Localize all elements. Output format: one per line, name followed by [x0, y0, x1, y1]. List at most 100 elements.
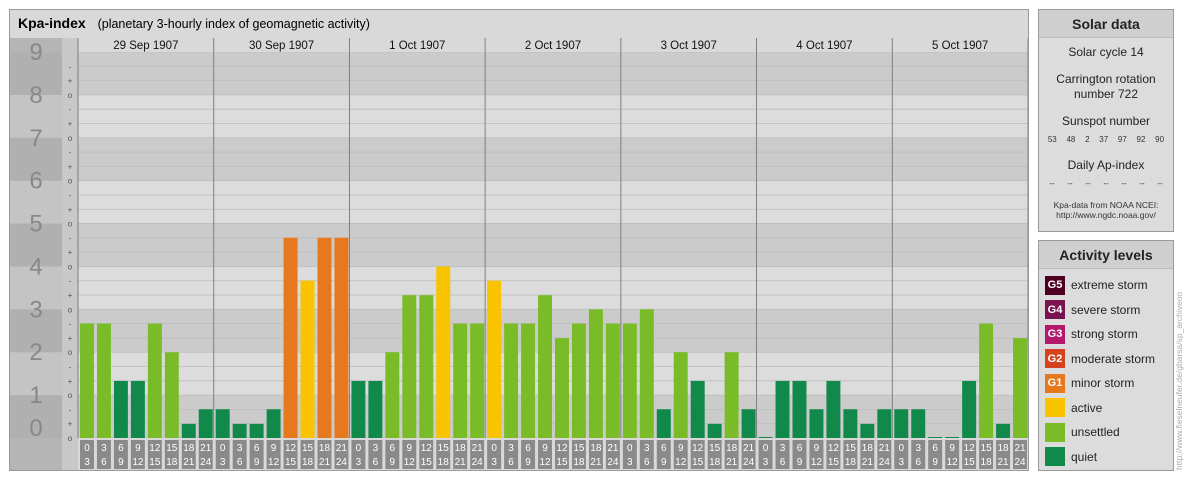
kp-bar [605, 323, 620, 438]
sunspot-value: 2 [1085, 135, 1090, 144]
interval-start-label: 3 [915, 443, 921, 454]
band [78, 309, 1028, 353]
minor-tick-label: o [68, 434, 73, 443]
legend-item: G4 severe storm [1045, 298, 1173, 323]
interval-start-label: 18 [862, 443, 874, 454]
ap-label: Daily Ap-index [1067, 158, 1145, 172]
band [78, 266, 1028, 310]
minor-tick-label: + [68, 420, 73, 429]
legend-swatch [1045, 398, 1065, 418]
sunspot-label: Sunspot number [1061, 114, 1151, 128]
interval-end-label: 6 [237, 457, 243, 468]
kpa-chart-panel: Kpa-index (planetary 3-hourly index of g… [9, 9, 1029, 471]
minor-tick-label: o [68, 391, 73, 400]
interval-start-label: 0 [84, 443, 90, 454]
interval-end-label: 6 [644, 457, 650, 468]
kp-bar [470, 323, 485, 438]
interval-end-label: 3 [763, 457, 769, 468]
ap-value: -- [1157, 179, 1163, 188]
interval-start-label: 15 [166, 443, 178, 454]
interval-end-label: 9 [118, 457, 124, 468]
interval-start-label: 9 [678, 443, 684, 454]
interval-end-label: 24 [1014, 457, 1026, 468]
interval-start-label: 21 [743, 443, 755, 454]
interval-start-label: 21 [200, 443, 212, 454]
kp-bar [673, 352, 688, 438]
interval-end-label: 12 [811, 457, 823, 468]
minor-tick-label: o [68, 305, 73, 314]
kp-bar [945, 437, 960, 438]
sunspot-value: 90 [1155, 135, 1165, 144]
kp-bar [215, 409, 230, 438]
interval-end-label: 9 [797, 457, 803, 468]
minor-tick-label: - [69, 105, 72, 114]
interval-end-label: 9 [661, 457, 667, 468]
interval-end-label: 12 [268, 457, 280, 468]
interval-end-label: 3 [627, 457, 633, 468]
kp-bar [368, 380, 383, 438]
day-label: 30 Sep 1907 [249, 40, 314, 52]
kp-bar [198, 409, 213, 438]
interval-start-label: 0 [356, 443, 362, 454]
day-label: 1 Oct 1907 [389, 40, 445, 52]
day-label: 3 Oct 1907 [661, 40, 717, 52]
sunspot-value: 97 [1117, 135, 1127, 144]
interval-start-label: 18 [455, 443, 467, 454]
legend-label: unsettled [1071, 425, 1120, 440]
minor-tick-label: + [68, 162, 73, 171]
ap-value: -- [1067, 179, 1073, 188]
kp-bar [334, 237, 349, 438]
kp-bar [775, 380, 790, 438]
activity-levels-title: Activity levels [1039, 241, 1173, 269]
sunspot-value: 92 [1136, 135, 1146, 144]
ap-value: -- [1139, 179, 1145, 188]
interval-start-label: 9 [542, 443, 548, 454]
kp-bar [487, 280, 502, 438]
legend-swatch [1045, 447, 1065, 467]
legend-label: minor storm [1071, 376, 1135, 391]
interval-start-label: 12 [149, 443, 161, 454]
minor-tick-label: o [68, 91, 73, 100]
interval-start-label: 9 [407, 443, 413, 454]
legend-swatch: G3 [1045, 324, 1065, 344]
kp-bar [911, 409, 926, 438]
kp-bar [504, 323, 519, 438]
kp-bar [402, 295, 417, 438]
minor-tick-label: - [69, 363, 72, 372]
interval-end-label: 15 [556, 457, 568, 468]
minor-tick-label: + [68, 77, 73, 86]
legend-item: G1 minor storm [1045, 371, 1173, 396]
kp-bar [300, 280, 315, 438]
interval-end-label: 3 [220, 457, 226, 468]
kp-bar [80, 323, 94, 438]
ap-value: -- [1121, 179, 1127, 188]
interval-end-label: 12 [675, 457, 687, 468]
interval-start-label: 18 [590, 443, 602, 454]
legend-swatch: G1 [1045, 373, 1065, 393]
interval-end-label: 6 [373, 457, 379, 468]
interval-end-label: 12 [132, 457, 144, 468]
minor-tick-label: - [69, 62, 72, 71]
interval-start-label: 6 [661, 443, 667, 454]
activity-levels-list: G5 extreme storm G4 severe storm G3 strong st… [1039, 273, 1173, 469]
legend-item: G3 strong storm [1045, 322, 1173, 347]
y-tick-label: 2 [29, 339, 42, 366]
band [78, 137, 1028, 181]
solar-data-panel: Solar data Solar cycle 14 Carrington rot… [1038, 9, 1174, 232]
interval-start-label: 6 [797, 443, 803, 454]
interval-start-label: 12 [421, 443, 433, 454]
interval-end-label: 6 [780, 457, 786, 468]
kp-bar [147, 323, 162, 438]
ap-value: -- [1103, 179, 1109, 188]
sunspot-value: 37 [1099, 135, 1109, 144]
interval-end-label: 9 [525, 457, 531, 468]
kp-bar [928, 437, 943, 438]
solar-cycle: Solar cycle 14 [1068, 45, 1144, 59]
interval-end-label: 21 [455, 457, 467, 468]
interval-start-label: 9 [135, 443, 141, 454]
y-tick-label: 5 [29, 211, 42, 238]
interval-end-label: 18 [573, 457, 585, 468]
kp-bar [622, 323, 637, 438]
interval-end-label: 15 [692, 457, 704, 468]
day-label: 4 Oct 1907 [796, 40, 852, 52]
